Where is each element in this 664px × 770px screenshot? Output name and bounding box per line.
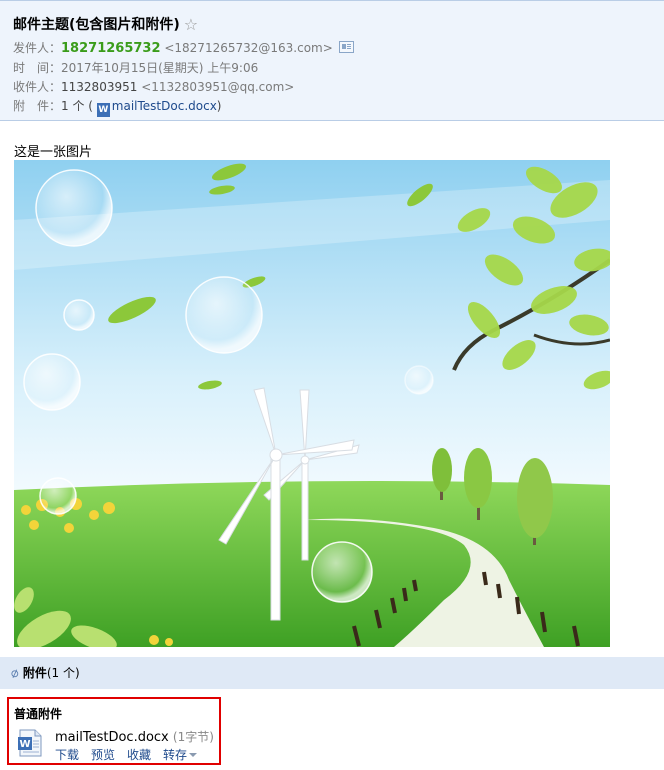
time-label: 时 间：	[13, 61, 62, 75]
attachment-bar: ⌀ 附件(1 个)	[0, 657, 664, 689]
attach-row: 附 件：1 个 ( WmailTestDoc.docx)	[13, 97, 222, 117]
attachment-actions: 下载 预览 收藏 转存	[55, 746, 198, 763]
body-text: 这是一张图片	[14, 145, 93, 160]
from-label: 发件人：	[13, 41, 62, 55]
time-row: 时 间：2017年10月15日(星期天) 上午9:06	[13, 59, 258, 77]
word-file-icon[interactable]: W	[17, 729, 43, 757]
attachment-bar-title: 附件	[22, 666, 47, 680]
save-to-link[interactable]: 转存	[163, 748, 198, 762]
download-link[interactable]: 下载	[55, 748, 79, 762]
preview-link[interactable]: 预览	[91, 748, 115, 762]
contact-card-icon[interactable]	[338, 41, 354, 53]
attachment-box: 普通附件 W mailTestDoc.docx (1字节) 下载 预览 收藏 转存	[7, 697, 221, 765]
from-row: 发件人：18271265732 <18271265732@163.com>	[13, 39, 354, 57]
attachment-size: (1字节)	[172, 730, 214, 744]
attach-count: 1 个 (	[61, 99, 93, 113]
mail-subject: 邮件主题(包含图片和附件) ☆	[13, 14, 198, 34]
chevron-down-icon	[189, 753, 198, 757]
to-row: 收件人：1132803951 <1132803951@qq.com>	[13, 78, 294, 96]
mail-image	[14, 160, 610, 647]
sender-email[interactable]: <18271265732@163.com>	[164, 41, 332, 55]
attachment-filename: mailTestDoc.docx (1字节)	[55, 728, 214, 745]
word-doc-icon: W	[96, 103, 110, 117]
attachment-section-title: 普通附件	[14, 707, 63, 721]
recipient-name[interactable]: 1132803951	[61, 80, 137, 94]
attachment-name: mailTestDoc.docx	[55, 730, 169, 745]
attach-label: 附 件：	[13, 99, 62, 113]
mail-header: 邮件主题(包含图片和附件) ☆ 发件人：18271265732 <18271265…	[0, 0, 664, 121]
subject-text: 邮件主题(包含图片和附件)	[13, 17, 180, 33]
star-icon[interactable]: ☆	[184, 15, 198, 34]
attachment-bar-count: (1 个)	[46, 666, 80, 680]
recipient-email[interactable]: <1132803951@qq.com>	[141, 80, 294, 94]
paperclip-icon: ⌀	[8, 665, 21, 682]
time-value: 2017年10月15日(星期天) 上午9:06	[61, 61, 259, 75]
sender-name[interactable]: 18271265732	[61, 41, 161, 56]
header-attachment-link[interactable]: mailTestDoc.docx	[112, 99, 217, 113]
svg-text:W: W	[19, 739, 30, 750]
attach-close: )	[216, 99, 222, 113]
favorite-link[interactable]: 收藏	[127, 748, 151, 762]
save-to-label: 转存	[163, 748, 188, 762]
to-label: 收件人：	[13, 80, 62, 94]
